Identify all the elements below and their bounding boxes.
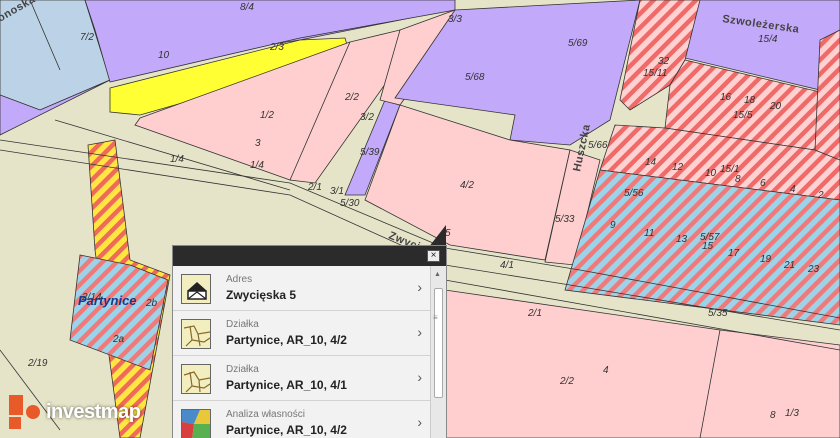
popup-row-parcel-4-1[interactable]: Działka Partynice, AR_10, 4/1 › — [173, 356, 430, 401]
chevron-right-icon: › — [417, 324, 422, 340]
info-popup[interactable]: × Adres Zwycięska 5 › Działka Partynice,… — [172, 245, 447, 438]
svg-text:1/4: 1/4 — [250, 160, 264, 171]
popup-scrollbar[interactable]: ▲ ≡ — [430, 266, 446, 438]
svg-text:3/2: 3/2 — [360, 112, 374, 123]
scrollbar-thumb[interactable] — [434, 288, 443, 398]
svg-text:5/39: 5/39 — [360, 147, 380, 158]
svg-text:18: 18 — [744, 95, 756, 106]
logo-brand-text: investmap — [46, 400, 141, 423]
svg-text:15/11: 15/11 — [643, 68, 667, 79]
svg-text:21: 21 — [783, 260, 795, 271]
svg-text:2/1: 2/1 — [307, 182, 322, 193]
svg-text:1/2: 1/2 — [260, 110, 274, 121]
chevron-right-icon: › — [417, 369, 422, 385]
svg-text:2: 2 — [817, 190, 824, 201]
svg-text:10: 10 — [158, 50, 170, 61]
investmap-logo: investmap — [8, 395, 141, 429]
row-value: Partynice, AR_10, 4/2 — [226, 423, 347, 437]
svg-text:8: 8 — [770, 410, 776, 421]
svg-text:20: 20 — [769, 101, 782, 112]
popup-row-address[interactable]: Adres Zwycięska 5 › — [173, 266, 430, 311]
svg-text:1/3: 1/3 — [785, 408, 799, 419]
svg-text:2/1: 2/1 — [527, 308, 542, 319]
svg-text:2/14: 2/14 — [81, 292, 102, 303]
svg-text:13: 13 — [676, 234, 688, 245]
row-value: Zwycięska 5 — [226, 288, 297, 302]
close-icon[interactable]: × — [427, 250, 440, 262]
grip-icon: ≡ — [433, 313, 438, 322]
svg-text:4: 4 — [790, 184, 796, 195]
svg-text:10: 10 — [705, 168, 717, 179]
svg-text:5/66: 5/66 — [588, 140, 608, 151]
svg-text:8: 8 — [735, 174, 741, 185]
svg-text:15/4: 15/4 — [758, 34, 778, 45]
parcel-map-icon — [181, 319, 211, 349]
row-category: Adres — [226, 274, 253, 285]
svg-text:2/2: 2/2 — [344, 92, 359, 103]
svg-text:7/2: 7/2 — [80, 32, 94, 43]
svg-text:32: 32 — [658, 56, 670, 67]
row-category: Działka — [226, 364, 259, 375]
svg-text:11: 11 — [644, 228, 654, 239]
svg-text:1/4: 1/4 — [170, 154, 184, 165]
svg-text:5/30: 5/30 — [340, 198, 360, 209]
svg-text:12: 12 — [672, 162, 684, 173]
envelope-icon — [181, 274, 211, 304]
svg-text:2/3: 2/3 — [269, 42, 284, 53]
svg-text:2b: 2b — [145, 298, 158, 309]
svg-text:2a: 2a — [112, 334, 125, 345]
svg-text:23: 23 — [807, 264, 820, 275]
row-value: Partynice, AR_10, 4/2 — [226, 333, 347, 347]
svg-text:6: 6 — [760, 178, 766, 189]
svg-text:16: 16 — [720, 92, 732, 103]
svg-text:3/1: 3/1 — [330, 186, 344, 197]
svg-text:4/1: 4/1 — [500, 260, 514, 271]
svg-text:4: 4 — [603, 365, 609, 376]
svg-text:15/5: 15/5 — [733, 110, 753, 121]
svg-text:9: 9 — [610, 220, 616, 231]
row-value: Partynice, AR_10, 4/1 — [226, 378, 347, 392]
chevron-right-icon: › — [417, 279, 422, 295]
popup-row-ownership[interactable]: Analiza własności Partynice, AR_10, 4/2 … — [173, 401, 430, 438]
svg-text:5/33: 5/33 — [555, 214, 575, 225]
svg-text:17: 17 — [728, 248, 740, 259]
svg-text:8/4: 8/4 — [240, 2, 254, 13]
svg-text:2/19: 2/19 — [27, 358, 48, 369]
svg-text:3: 3 — [255, 138, 261, 149]
svg-text:5/56: 5/56 — [624, 188, 644, 199]
svg-text:4/2: 4/2 — [460, 180, 474, 191]
row-category: Analiza własności — [226, 409, 305, 420]
svg-text:2/2: 2/2 — [559, 376, 574, 387]
svg-text:15: 15 — [702, 241, 714, 252]
ownership-map-icon — [181, 409, 211, 438]
svg-text:14: 14 — [645, 157, 657, 168]
scroll-up-arrow-icon[interactable]: ▲ — [434, 271, 441, 278]
svg-text:5/35: 5/35 — [708, 308, 728, 319]
svg-text:5/68: 5/68 — [465, 72, 485, 83]
popup-list[interactable]: Adres Zwycięska 5 › Działka Partynice, A… — [173, 266, 430, 438]
svg-text:19: 19 — [760, 254, 772, 265]
popup-header: × — [173, 246, 446, 266]
logo-mark-icon — [8, 395, 42, 429]
row-category: Działka — [226, 319, 259, 330]
parcel-map-icon — [181, 364, 211, 394]
svg-text:3/3: 3/3 — [448, 14, 462, 25]
chevron-right-icon: › — [417, 414, 422, 430]
popup-row-parcel-4-2[interactable]: Działka Partynice, AR_10, 4/2 › — [173, 311, 430, 356]
svg-text:5/69: 5/69 — [568, 38, 588, 49]
